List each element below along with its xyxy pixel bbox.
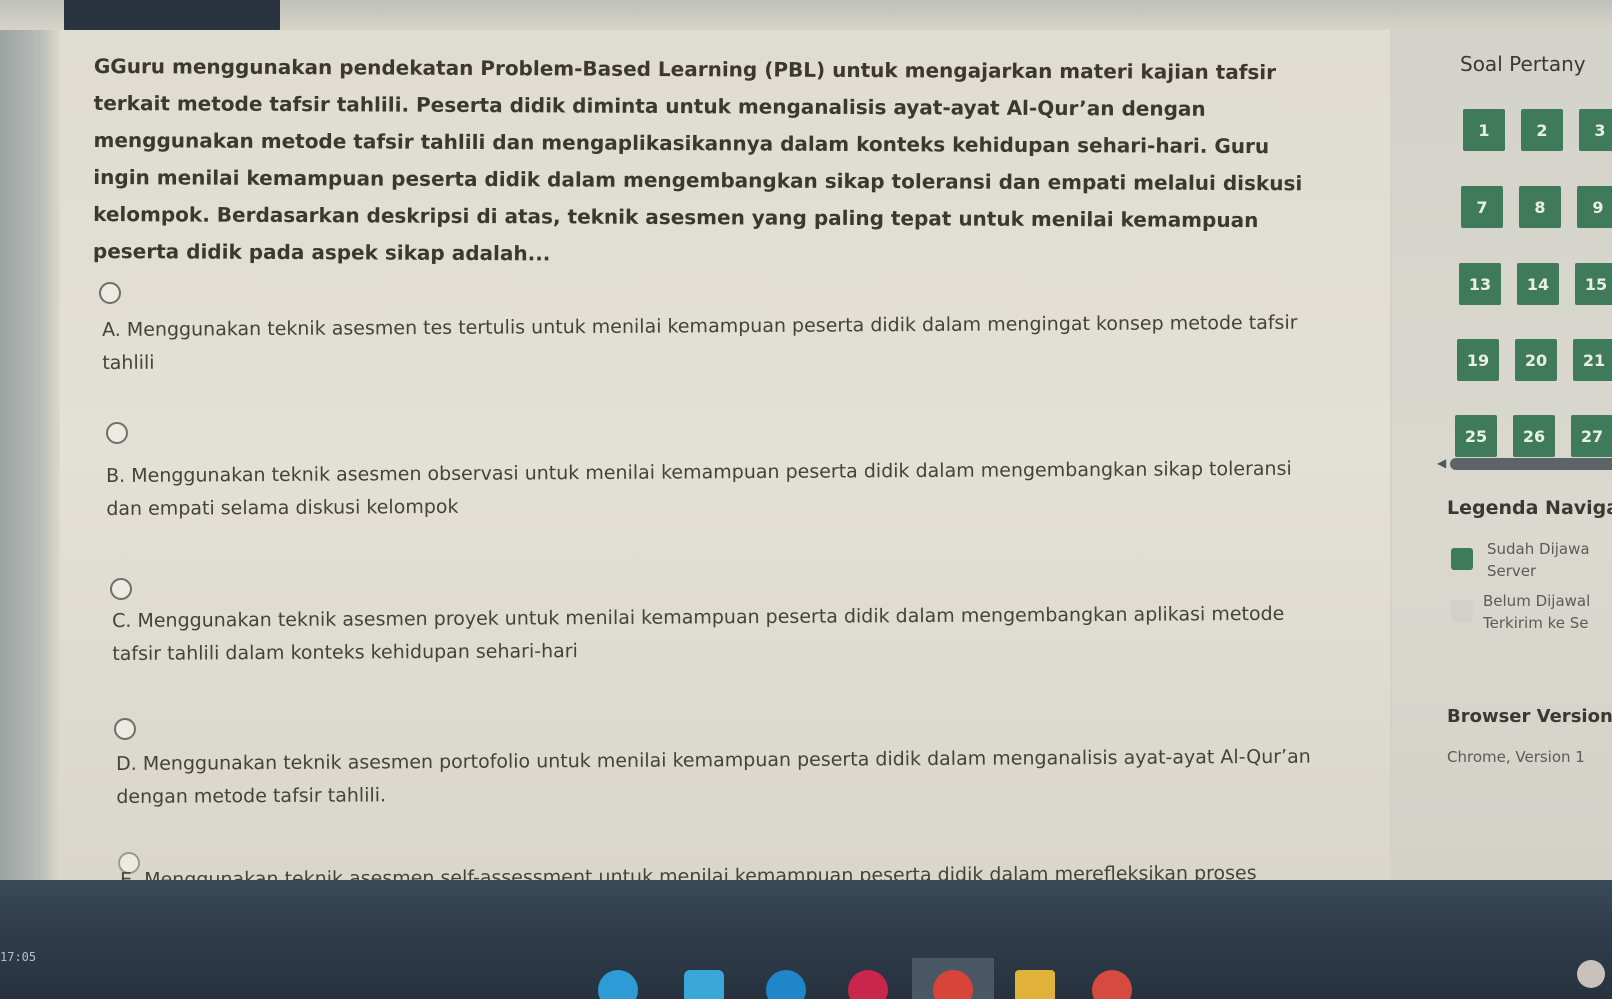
taskbar-app-icon-2[interactable] xyxy=(684,970,724,999)
folder-icon[interactable] xyxy=(1015,970,1055,999)
nav-question-13[interactable]: 13 xyxy=(1459,263,1501,305)
nav-question-14[interactable]: 14 xyxy=(1517,263,1559,305)
question-text: GGuru menggunakan pendekatan Problem-Bas… xyxy=(92,53,1303,266)
nav-question-8[interactable]: 8 xyxy=(1519,186,1561,228)
nav-scrollbar[interactable] xyxy=(1450,458,1612,470)
nav-question-21[interactable]: 21 xyxy=(1573,339,1612,381)
option-a-radio[interactable] xyxy=(99,282,121,304)
nav-title: Soal Pertany xyxy=(1460,52,1586,76)
taskbar-clock: 17:05 xyxy=(0,950,37,964)
nav-question-3[interactable]: 3 xyxy=(1579,109,1612,151)
legend-unanswered-line1: Belum Dijawal xyxy=(1483,592,1591,610)
nav-question-1[interactable]: 1 xyxy=(1463,109,1505,151)
option-d-label[interactable]: D. Menggunakan teknik asesmen portofolio… xyxy=(116,741,1316,814)
screen: GGuru menggunakan pendekatan Problem-Bas… xyxy=(0,0,1612,999)
option-d-radio[interactable] xyxy=(114,718,136,740)
option-b-label[interactable]: B. Menggunakan teknik asesmen observasi … xyxy=(106,453,1306,526)
legend-answered-line2: Server xyxy=(1487,562,1537,580)
nav-question-26[interactable]: 26 xyxy=(1513,415,1555,457)
browser-version-text: Chrome, Version 1 xyxy=(1447,748,1585,766)
legend-answered-swatch xyxy=(1451,548,1473,570)
avatar[interactable] xyxy=(1577,960,1605,988)
legend-unanswered-line2: Terkirim ke Se xyxy=(1483,614,1589,632)
nav-question-19[interactable]: 19 xyxy=(1457,339,1499,381)
legend-unanswered-swatch xyxy=(1451,600,1473,622)
nav-question-25[interactable]: 25 xyxy=(1455,415,1497,457)
option-c-label[interactable]: C. Menggunakan teknik asesmen proyek unt… xyxy=(112,598,1312,671)
nav-question-27[interactable]: 27 xyxy=(1571,415,1612,457)
nav-question-9[interactable]: 9 xyxy=(1577,186,1612,228)
nav-question-20[interactable]: 20 xyxy=(1515,339,1557,381)
browser-version-title: Browser Version xyxy=(1447,706,1612,727)
option-b-radio[interactable] xyxy=(106,422,128,444)
taskbar xyxy=(0,880,1612,999)
nav-question-7[interactable]: 7 xyxy=(1461,186,1503,228)
legend-title: Legenda Naviga xyxy=(1447,497,1612,519)
option-c-radio[interactable] xyxy=(110,578,132,600)
legend-answered-line1: Sudah Dijawa xyxy=(1487,540,1590,558)
nav-question-15[interactable]: 15 xyxy=(1575,263,1612,305)
nav-question-2[interactable]: 2 xyxy=(1521,109,1563,151)
option-a-label[interactable]: A. Menggunakan teknik asesmen tes tertul… xyxy=(102,307,1302,380)
scroll-left-icon[interactable]: ◀ xyxy=(1437,456,1446,470)
